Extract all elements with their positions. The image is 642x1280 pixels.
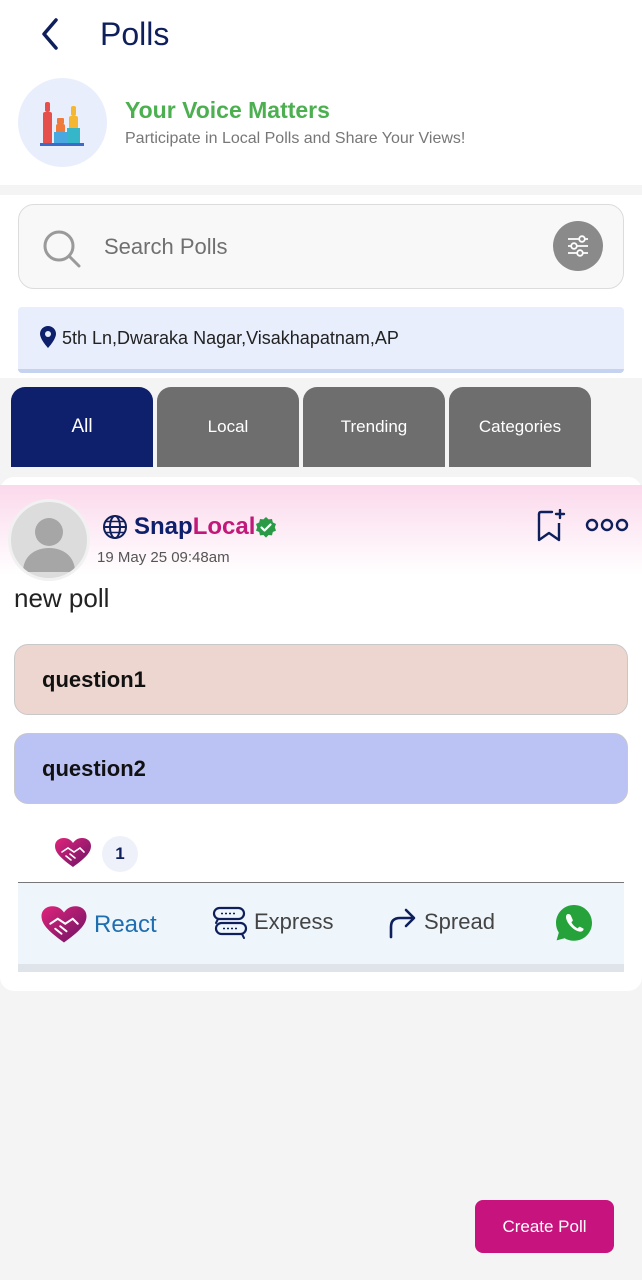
whatsapp-share-button[interactable] bbox=[554, 903, 594, 943]
location-pin-icon bbox=[40, 326, 56, 348]
page-title: Polls bbox=[100, 16, 170, 52]
poll-option-2[interactable]: question2 bbox=[14, 733, 628, 804]
tab-categories[interactable]: Categories bbox=[449, 387, 591, 467]
poll-tabs: All Local Trending Categories bbox=[0, 378, 642, 468]
location-text: 5th Ln,Dwaraka Nagar,Visakhapatnam,AP bbox=[62, 328, 399, 348]
author-name[interactable]: SnapLocal bbox=[134, 513, 255, 541]
reaction-count[interactable]: 1 bbox=[102, 836, 138, 872]
banner-subtitle: Participate in Local Polls and Share You… bbox=[125, 130, 466, 147]
react-label: React bbox=[94, 911, 157, 938]
bookmark-button[interactable] bbox=[536, 508, 566, 548]
poll-chart-icon bbox=[18, 78, 107, 167]
whatsapp-icon bbox=[556, 905, 592, 941]
location-bar[interactable]: 5th Ln,Dwaraka Nagar,Visakhapatnam,AP bbox=[18, 307, 624, 373]
author-name-part2: Local bbox=[192, 513, 256, 540]
poll-question-text: new poll bbox=[14, 583, 110, 613]
tab-all[interactable]: All bbox=[11, 387, 153, 467]
poll-card: SnapLocal 19 May 25 09:48am new poll que… bbox=[0, 477, 642, 991]
globe-icon bbox=[103, 515, 127, 539]
bookmark-add-icon bbox=[537, 508, 566, 542]
header: Polls Your Voice Matters Participate in … bbox=[0, 0, 642, 185]
chat-bubbles-icon bbox=[212, 906, 248, 939]
back-arrow-icon bbox=[42, 18, 58, 50]
share-arrow-icon bbox=[389, 908, 416, 939]
more-dots-icon bbox=[585, 518, 629, 532]
tab-local[interactable]: Local bbox=[157, 387, 299, 467]
post-timestamp: 19 May 25 09:48am bbox=[97, 549, 230, 566]
tab-trending[interactable]: Trending bbox=[303, 387, 445, 467]
sliders-icon bbox=[568, 235, 588, 257]
more-options-button[interactable] bbox=[585, 517, 629, 538]
poll-option-1[interactable]: question1 bbox=[14, 644, 628, 715]
search-section: 5th Ln,Dwaraka Nagar,Visakhapatnam,AP bbox=[0, 195, 642, 378]
post-action-bar: React Express Spread bbox=[18, 883, 624, 972]
back-button[interactable] bbox=[30, 14, 70, 54]
filter-button[interactable] bbox=[553, 221, 603, 271]
create-poll-button[interactable]: Create Poll bbox=[475, 1200, 614, 1253]
react-button[interactable]: React bbox=[40, 905, 157, 945]
search-input[interactable] bbox=[104, 225, 524, 269]
express-label: Express bbox=[254, 909, 334, 934]
author-name-part1: Snap bbox=[134, 513, 193, 540]
heart-handshake-icon bbox=[55, 838, 91, 867]
search-icon bbox=[43, 230, 81, 268]
poll-card-header: SnapLocal 19 May 25 09:48am bbox=[0, 485, 642, 581]
avatar[interactable] bbox=[8, 499, 90, 581]
spread-label: Spread bbox=[424, 909, 495, 934]
user-silhouette-icon bbox=[23, 518, 75, 572]
heart-handshake-icon bbox=[41, 906, 87, 943]
express-button[interactable]: Express bbox=[212, 905, 333, 939]
spread-button[interactable]: Spread bbox=[386, 905, 495, 939]
banner-title: Your Voice Matters bbox=[125, 97, 330, 123]
search-bar bbox=[18, 204, 624, 289]
verified-badge-icon bbox=[256, 517, 276, 538]
